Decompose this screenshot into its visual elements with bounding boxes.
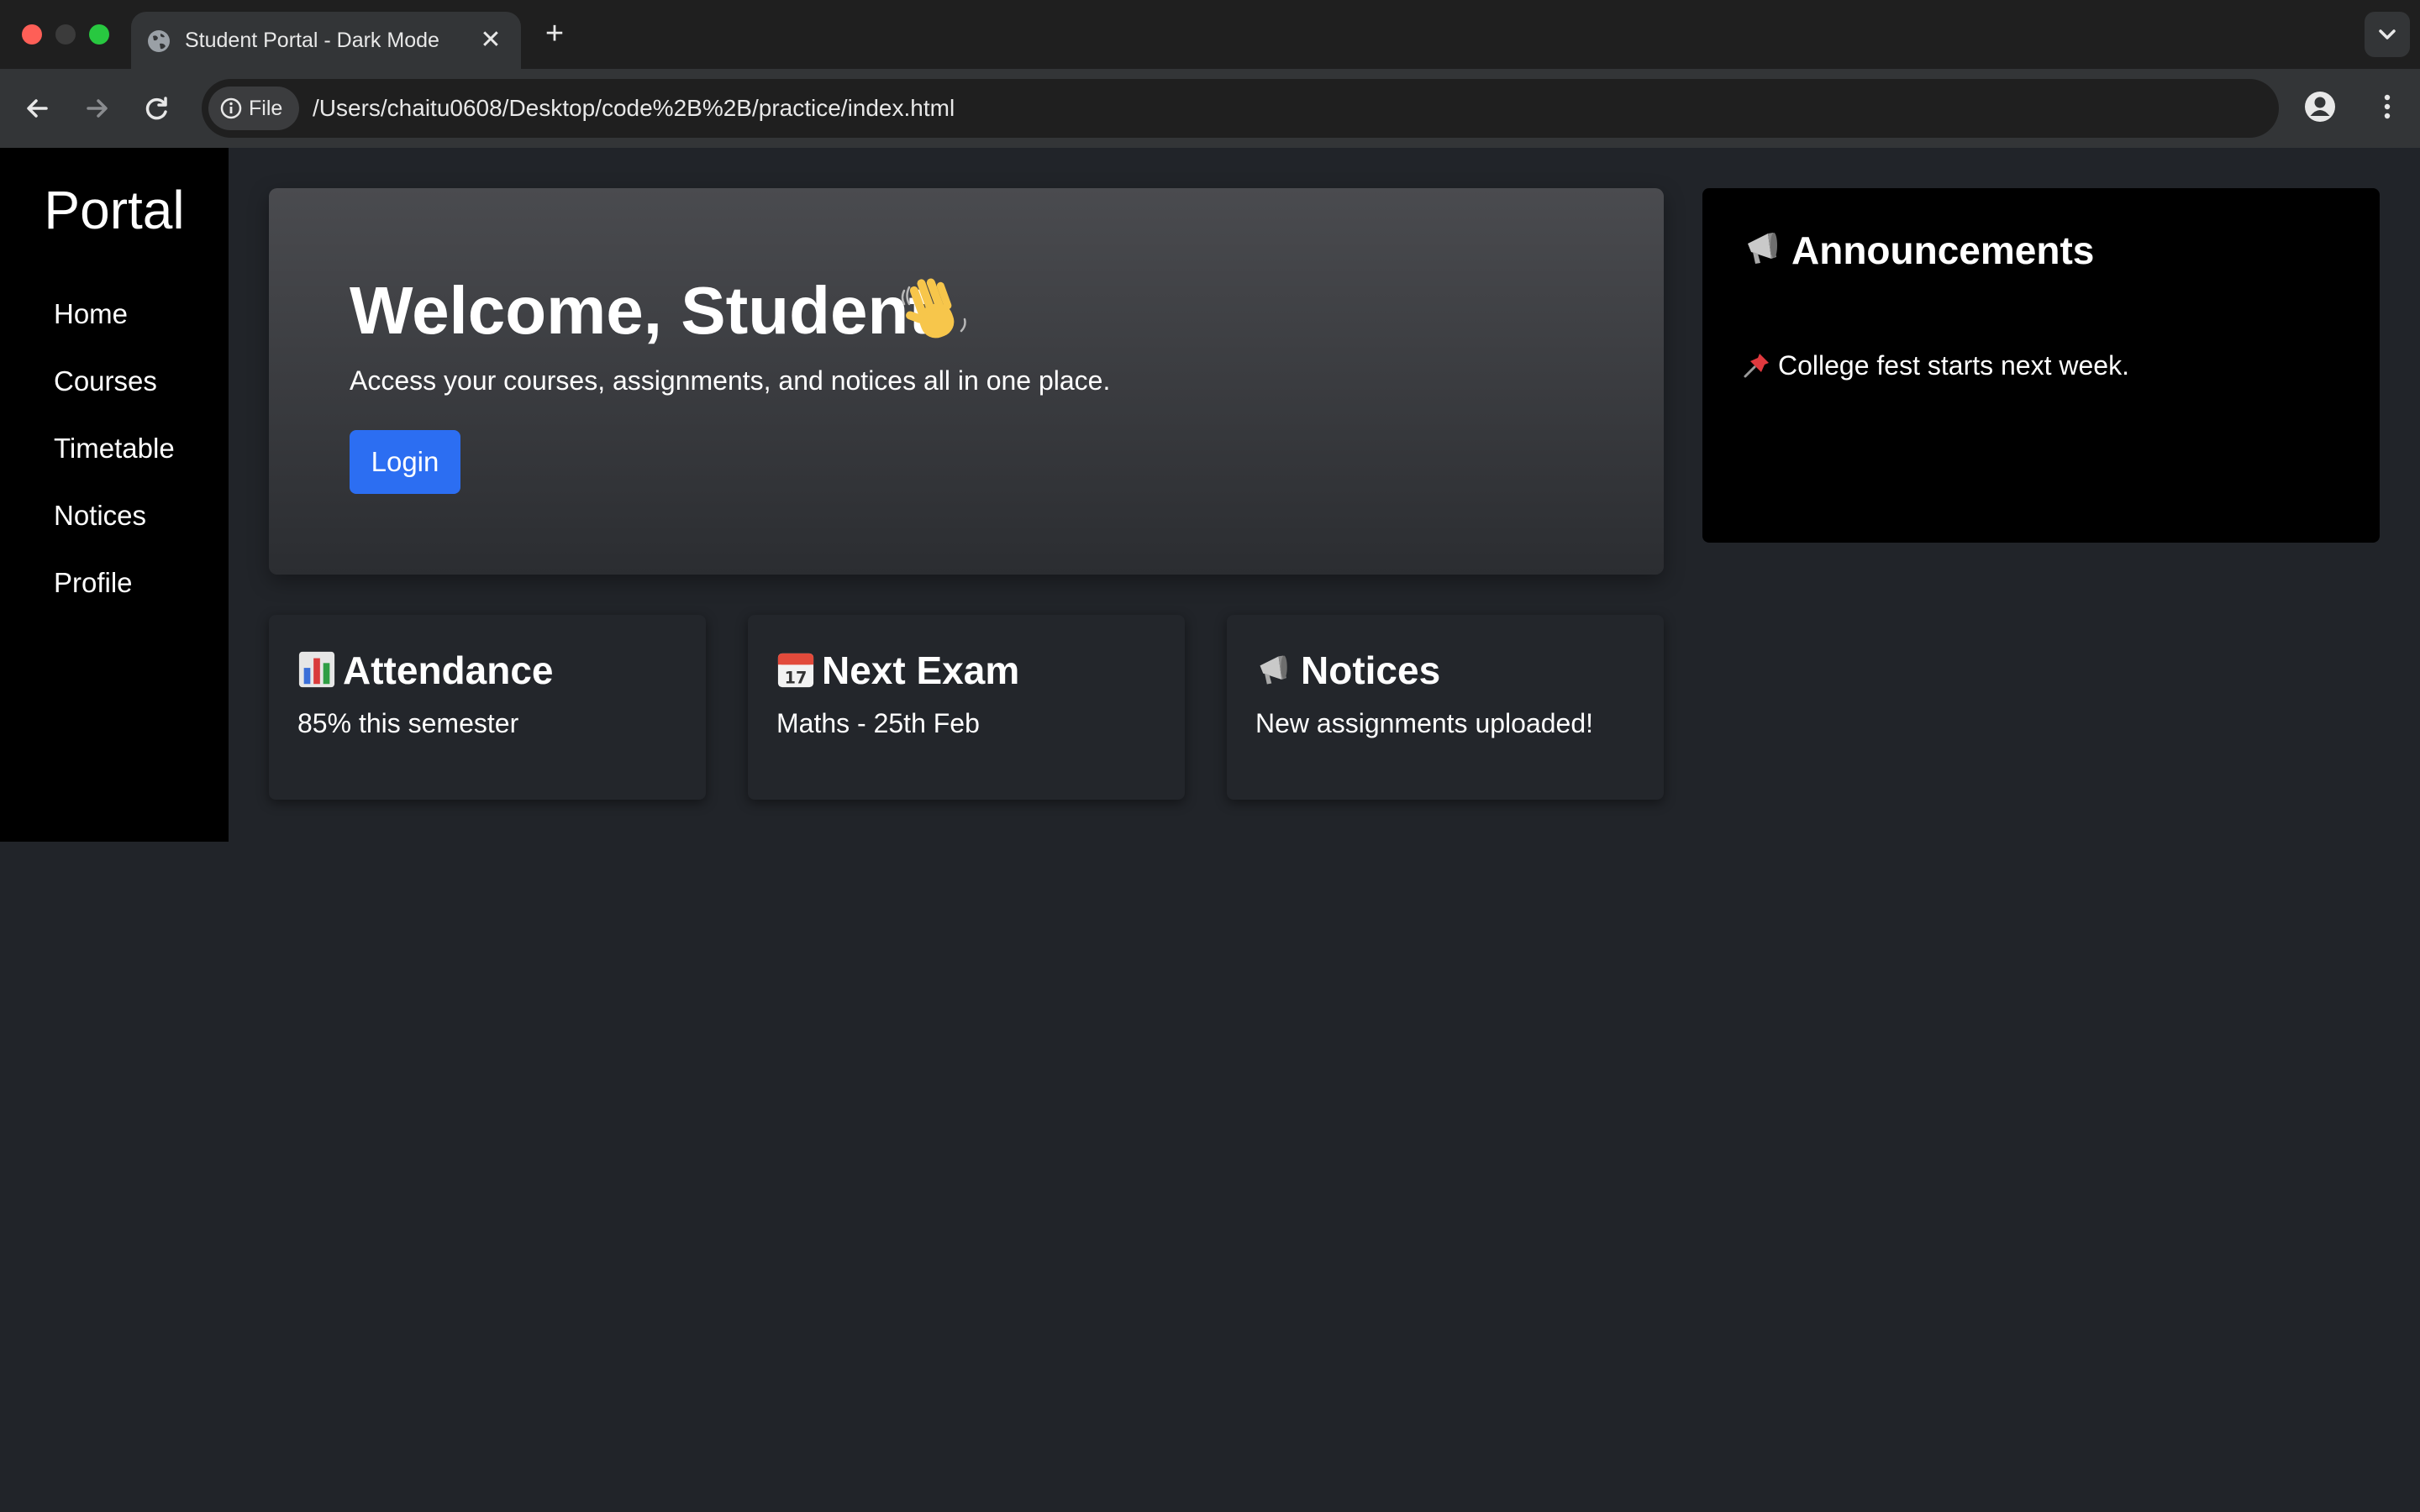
sidebar: Portal Home Courses Timetable Notices Pr… xyxy=(0,148,229,842)
sidebar-item-profile[interactable]: Profile xyxy=(54,564,133,601)
sidebar-item-notices[interactable]: Notices xyxy=(54,497,146,534)
url-text[interactable]: /Users/chaitu0608/Desktop/code%2B%2B/pra… xyxy=(313,79,955,138)
sidebar-item-timetable[interactable]: Timetable xyxy=(54,430,175,467)
announcements-panel: Announcements College fest starts next w… xyxy=(1702,188,2380,543)
arrow-left-icon xyxy=(27,99,48,118)
more-vert-icon[interactable] xyxy=(2370,89,2405,124)
forward-button[interactable] xyxy=(79,91,114,126)
welcome-hero: Welcome, Student Access your courses, as… xyxy=(269,188,1664,575)
calendar-icon: 17 xyxy=(777,653,814,687)
bar-chart-icon xyxy=(298,651,335,688)
back-button[interactable] xyxy=(20,91,55,126)
page-title: Welcome, Student xyxy=(350,273,931,348)
card-title: Attendance xyxy=(297,645,553,696)
profile-avatar-icon[interactable] xyxy=(2302,89,2338,124)
tab-search-button[interactable] xyxy=(2365,12,2410,57)
announcements-title: Announcements xyxy=(1743,225,2094,276)
card-title-text: Attendance xyxy=(343,648,554,692)
login-button[interactable]: Login xyxy=(350,430,460,494)
site-info-chip[interactable]: File xyxy=(208,87,299,130)
card-title: Notices xyxy=(1255,645,1440,696)
close-tab-icon[interactable]: ✕ xyxy=(477,27,504,54)
pushpin-icon xyxy=(1744,354,1769,378)
new-tab-button[interactable]: + xyxy=(541,17,568,50)
browser-tab-active[interactable]: Student Portal - Dark Mode ✕ xyxy=(131,12,521,69)
page-viewport: Portal Home Courses Timetable Notices Pr… xyxy=(0,148,2420,1512)
announcements-title-text: Announcements xyxy=(1791,228,2095,272)
chevron-down-icon xyxy=(2379,29,2396,39)
notices-card: Notices New assignments uploaded! xyxy=(1227,615,1664,800)
hero-subtitle: Access your courses, assignments, and no… xyxy=(350,365,1111,396)
arrow-right-icon xyxy=(87,99,108,118)
attendance-card: Attendance 85% this semester xyxy=(269,615,706,800)
browser-tab-bar: Student Portal - Dark Mode ✕ + xyxy=(0,0,2420,69)
minimize-window-button[interactable] xyxy=(55,24,76,45)
waving-hand-icon xyxy=(901,278,966,339)
maximize-window-button[interactable] xyxy=(89,24,109,45)
card-text: New assignments uploaded! xyxy=(1255,708,1594,738)
megaphone-icon xyxy=(1260,655,1287,685)
card-text: 85% this semester xyxy=(297,708,519,738)
address-bar[interactable]: File /Users/chaitu0608/Desktop/code%2B%2… xyxy=(202,79,2279,138)
scheme-label: File xyxy=(249,97,283,120)
reload-icon xyxy=(145,97,167,120)
tab-title: Student Portal - Dark Mode xyxy=(185,29,439,52)
announcement-item: College fest starts next week. xyxy=(1743,348,2129,383)
announcement-text: College fest starts next week. xyxy=(1778,350,2129,381)
brand-logo: Portal xyxy=(44,180,185,240)
globe-icon xyxy=(148,30,170,52)
card-text: Maths - 25th Feb xyxy=(776,708,980,738)
sidebar-item-courses[interactable]: Courses xyxy=(54,363,157,400)
card-title: 17 Next Exam xyxy=(776,645,1019,696)
card-title-text: Next Exam xyxy=(822,648,1020,692)
next-exam-card: 17 Next Exam Maths - 25th Feb xyxy=(748,615,1185,800)
card-title-text: Notices xyxy=(1301,648,1441,692)
info-icon xyxy=(220,97,242,119)
close-window-button[interactable] xyxy=(22,24,42,45)
svg-text:17: 17 xyxy=(785,668,808,687)
browser-toolbar: File /Users/chaitu0608/Desktop/code%2B%2… xyxy=(0,69,2420,148)
reload-button[interactable] xyxy=(139,91,175,126)
megaphone-icon xyxy=(1748,233,1777,264)
sidebar-item-home[interactable]: Home xyxy=(54,296,128,333)
